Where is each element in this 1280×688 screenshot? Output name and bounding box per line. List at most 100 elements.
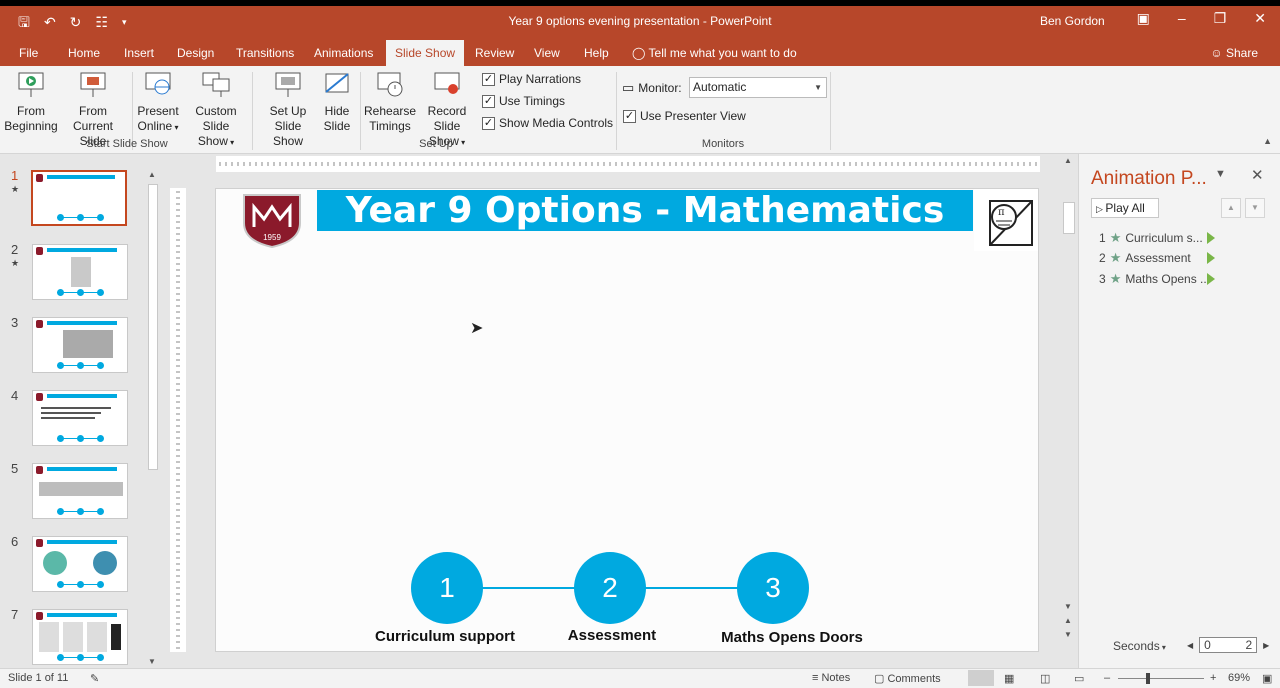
maximize-icon[interactable]: ❐ xyxy=(1214,10,1227,27)
tab-insert[interactable]: Insert xyxy=(115,40,163,66)
slide-sorter-icon[interactable]: ▦ xyxy=(1004,672,1014,685)
reading-view-icon[interactable]: ◫ xyxy=(1040,672,1050,685)
spell-check-icon[interactable]: ✎ xyxy=(90,672,99,685)
thumb-title-bar xyxy=(47,540,117,544)
timeline-right-icon[interactable]: ▶ xyxy=(1263,641,1269,650)
tell-me-search[interactable]: ◯ Tell me what you want to do xyxy=(632,40,797,66)
tell-me-label: Tell me what you want to do xyxy=(648,46,797,60)
scroll-up-icon[interactable]: ▲ xyxy=(148,170,156,179)
animation-item-3[interactable]: 3 ★ Maths Opens ... xyxy=(1099,271,1215,287)
from-beginning-button[interactable]: From Beginning xyxy=(4,70,58,134)
checkbox-checked-icon: ✓ xyxy=(482,94,495,108)
seconds-dropdown[interactable]: Seconds ▾ xyxy=(1113,639,1166,653)
zoom-out-icon[interactable]: – xyxy=(1104,672,1110,684)
ribbon-display-icon[interactable]: ▣ xyxy=(1137,10,1150,27)
next-slide-icon[interactable]: ▼ xyxy=(1064,630,1072,639)
thumbnails-scrollbar[interactable]: ▲ ▼ xyxy=(146,170,160,666)
thumbnail-slide-7[interactable] xyxy=(32,609,128,665)
thumb-title-bar xyxy=(47,248,117,252)
rehearse-timings-button[interactable]: Rehearse Timings xyxy=(364,70,416,134)
thumbnail-slide-3[interactable] xyxy=(32,317,128,373)
move-down-button[interactable]: ▼ xyxy=(1245,198,1265,218)
animation-item-2[interactable]: 2 ★ Assessment xyxy=(1099,250,1215,266)
scroll-down-icon[interactable]: ▼ xyxy=(1064,602,1072,611)
zoom-in-icon[interactable]: + xyxy=(1210,672,1216,684)
ruler-ticks xyxy=(216,162,1040,166)
top-edge xyxy=(0,0,1280,6)
logo xyxy=(36,247,43,255)
monitor-icon: ▭ xyxy=(622,80,635,95)
hide-slide-icon xyxy=(325,73,349,93)
pane-options-icon[interactable]: ▼ xyxy=(1215,168,1226,180)
timing-bar-icon xyxy=(1207,273,1215,285)
hide-slide-button[interactable]: Hide Slide xyxy=(320,70,354,134)
thumb-steps xyxy=(57,508,104,515)
thumb-number: 4 xyxy=(11,388,19,403)
use-presenter-view-checkbox[interactable]: ✓ Use Presenter View xyxy=(623,109,746,123)
play-all-label: Play All xyxy=(1105,201,1145,215)
zoom-slider[interactable] xyxy=(1118,678,1204,679)
thumbnail-slide-2[interactable] xyxy=(32,244,128,300)
tab-home[interactable]: Home xyxy=(59,40,109,66)
zoom-level[interactable]: 69% xyxy=(1228,672,1250,684)
tab-help[interactable]: Help xyxy=(575,40,618,66)
star-icon: ★ xyxy=(1109,271,1122,286)
record-label1: Record Slide xyxy=(427,104,467,133)
thumb-title-bar xyxy=(47,394,117,398)
notes-button[interactable]: ≡ Notes xyxy=(812,672,850,684)
thumbnail-slide-1[interactable] xyxy=(31,170,127,226)
timeline-scale[interactable]: 0 2 xyxy=(1199,637,1258,653)
editor-scrollbar[interactable]: ▲ ▼ ▲ ▼ xyxy=(1062,156,1076,646)
tab-slide-show[interactable]: Slide Show xyxy=(386,40,465,66)
prev-slide-icon[interactable]: ▲ xyxy=(1064,616,1072,625)
scroll-down-icon[interactable]: ▼ xyxy=(148,657,156,666)
school-crest-logo: 1959 xyxy=(243,194,301,249)
tab-view[interactable]: View xyxy=(525,40,569,66)
normal-view-button[interactable] xyxy=(968,670,994,686)
scroll-thumb[interactable] xyxy=(148,184,158,470)
tab-file[interactable]: File xyxy=(10,40,47,66)
show-media-controls-checkbox[interactable]: ✓ Show Media Controls xyxy=(482,116,613,130)
play-all-button[interactable]: ▷ Play All xyxy=(1091,198,1159,218)
zoom-slider-thumb[interactable] xyxy=(1146,673,1150,684)
share-button[interactable]: ☺ Share xyxy=(1210,40,1258,66)
stopwatch-icon xyxy=(377,72,403,97)
timeline-left-icon[interactable]: ◀ xyxy=(1187,641,1193,650)
notes-label: Notes xyxy=(821,672,851,684)
rehearse-label1: Rehearse xyxy=(364,104,417,118)
comments-button[interactable]: ▢ Comments xyxy=(874,672,941,685)
minimize-icon[interactable]: – xyxy=(1178,10,1186,27)
fit-slide-icon[interactable]: ▣ xyxy=(1262,672,1272,685)
tab-design[interactable]: Design xyxy=(168,40,223,66)
animation-star-icon: ★ xyxy=(11,184,20,194)
scroll-thumb[interactable] xyxy=(1063,202,1075,234)
monitor-select[interactable]: Automatic ▼ xyxy=(689,77,827,98)
tab-transitions[interactable]: Transitions xyxy=(227,40,303,66)
use-timings-checkbox[interactable]: ✓ Use Timings xyxy=(482,94,565,108)
play-narrations-checkbox[interactable]: ✓ Play Narrations xyxy=(482,72,581,86)
checkbox-checked-icon: ✓ xyxy=(482,72,495,86)
tab-animations[interactable]: Animations xyxy=(305,40,382,66)
collapse-ribbon-icon[interactable]: ▲ xyxy=(1263,136,1272,146)
move-up-button[interactable]: ▲ xyxy=(1221,198,1241,218)
item-label: Maths Opens ... xyxy=(1125,272,1211,286)
scroll-up-icon[interactable]: ▲ xyxy=(1064,156,1072,165)
status-bar: Slide 1 of 11 ✎ ≡ Notes ▢ Comments ▦ ◫ ▭… xyxy=(0,668,1280,688)
close-pane-icon[interactable]: ✕ xyxy=(1251,166,1264,184)
thumbnail-slide-6[interactable] xyxy=(32,536,128,592)
slide-canvas[interactable]: 1959 Year 9 Options - Mathematics π 1 2 … xyxy=(215,188,1039,652)
thumb-steps xyxy=(57,435,104,442)
animation-item-1[interactable]: 1 ★ Curriculum s... xyxy=(1099,230,1215,246)
tab-review[interactable]: Review xyxy=(466,40,523,66)
crest-year: 1959 xyxy=(263,233,281,242)
slide-count: Slide 1 of 11 xyxy=(8,672,69,684)
thumbnail-slide-4[interactable] xyxy=(32,390,128,446)
globe-icon xyxy=(145,72,171,95)
slideshow-view-icon[interactable]: ▭ xyxy=(1074,672,1084,685)
user-name[interactable]: Ben Gordon xyxy=(1040,14,1105,28)
thumbnail-slide-5[interactable] xyxy=(32,463,128,519)
thumb-image xyxy=(111,624,121,650)
checkbox-checked-icon: ✓ xyxy=(482,116,495,130)
present-online-button[interactable]: Present Online ▾ xyxy=(136,70,180,135)
close-icon[interactable]: ✕ xyxy=(1254,10,1266,27)
